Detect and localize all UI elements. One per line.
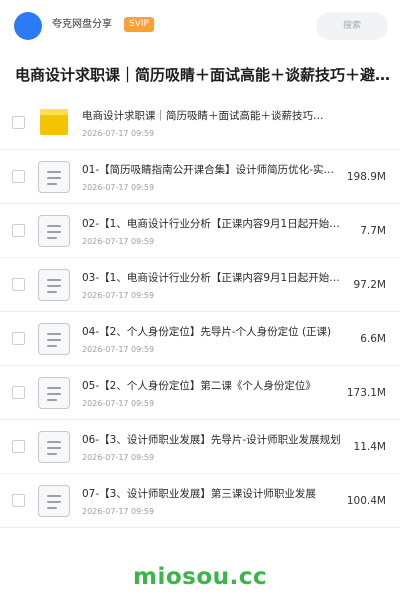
- file-date: 2026-07-17 09:59: [82, 129, 155, 138]
- file-name[interactable]: 03-【1、电商设计行业分析【正课内容9月1日起开始更新】: [82, 271, 344, 285]
- file-name[interactable]: 07-【3、设计师职业发展】第三课设计师职业发展: [82, 487, 344, 501]
- file-size: 6.6M: [360, 333, 386, 345]
- file-date: 2026-07-17 09:59: [82, 183, 155, 192]
- file-date: 2026-07-17 09:59: [82, 507, 155, 516]
- file-date: 2026-07-17 09:59: [82, 453, 155, 462]
- document-icon: [38, 161, 70, 193]
- file-size: 173.1M: [346, 387, 386, 399]
- folder-icon: [38, 107, 70, 139]
- row-checkbox[interactable]: [12, 494, 25, 507]
- row-checkbox[interactable]: [12, 386, 25, 399]
- file-list: 电商设计求职课｜简历吸睛＋面试高能＋谈薪技巧＋避坑指南 2026-07-17 0…: [0, 96, 400, 528]
- file-size: 100.4M: [346, 495, 386, 507]
- row-checkbox[interactable]: [12, 116, 25, 129]
- search-input[interactable]: 搜索: [316, 12, 388, 40]
- file-date: 2026-07-17 09:59: [82, 345, 155, 354]
- list-item[interactable]: 05-【2、个人身份定位】第二课《个人身份定位》 2026-07-17 09:5…: [0, 366, 400, 420]
- file-size: 7.7M: [360, 225, 386, 237]
- row-checkbox[interactable]: [12, 440, 25, 453]
- file-size: 11.4M: [353, 441, 386, 453]
- row-checkbox[interactable]: [12, 332, 25, 345]
- file-date: 2026-07-17 09:59: [82, 399, 155, 408]
- file-name[interactable]: 01-【简历吸睛指南公开课合集】设计师简历优化-实战篇: [82, 163, 344, 177]
- document-icon: [38, 485, 70, 517]
- list-item[interactable]: 07-【3、设计师职业发展】第三课设计师职业发展 2026-07-17 09:5…: [0, 474, 400, 528]
- avatar[interactable]: [14, 12, 42, 40]
- file-size: 198.9M: [346, 171, 386, 183]
- file-date: 2026-07-17 09:59: [82, 291, 155, 300]
- list-item[interactable]: 电商设计求职课｜简历吸睛＋面试高能＋谈薪技巧＋避坑指南 2026-07-17 0…: [0, 96, 400, 150]
- file-size: 97.2M: [353, 279, 386, 291]
- document-icon: [38, 215, 70, 247]
- watermark: miosou.cc: [132, 564, 268, 590]
- document-icon: [38, 269, 70, 301]
- file-name[interactable]: 电商设计求职课｜简历吸睛＋面试高能＋谈薪技巧＋避坑指南: [82, 109, 332, 123]
- list-item[interactable]: 01-【简历吸睛指南公开课合集】设计师简历优化-实战篇 2026-07-17 0…: [0, 150, 400, 204]
- row-checkbox[interactable]: [12, 278, 25, 291]
- user-name[interactable]: 夸克网盘分享: [52, 18, 112, 32]
- document-icon: [38, 323, 70, 355]
- document-icon: [38, 377, 70, 409]
- document-icon: [38, 431, 70, 463]
- file-name[interactable]: 05-【2、个人身份定位】第二课《个人身份定位》: [82, 379, 344, 393]
- page-title: 电商设计求职课｜简历吸睛＋面试高能＋谈薪技巧＋避坑指南: [15, 66, 393, 84]
- row-checkbox[interactable]: [12, 170, 25, 183]
- list-item[interactable]: 02-【1、电商设计行业分析【正课内容9月1日起开始更新】 2026-07-17…: [0, 204, 400, 258]
- list-item[interactable]: 03-【1、电商设计行业分析【正课内容9月1日起开始更新】 2026-07-17…: [0, 258, 400, 312]
- file-name[interactable]: 04-【2、个人身份定位】先导片-个人身份定位 (正课): [82, 325, 344, 339]
- file-name[interactable]: 02-【1、电商设计行业分析【正课内容9月1日起开始更新】: [82, 217, 344, 231]
- header-bar: 夸克网盘分享 SVIP 搜索: [0, 0, 400, 52]
- file-name[interactable]: 06-【3、设计师职业发展】先导片-设计师职业发展规划: [82, 433, 344, 447]
- list-item[interactable]: 04-【2、个人身份定位】先导片-个人身份定位 (正课) 2026-07-17 …: [0, 312, 400, 366]
- svip-badge: SVIP: [124, 17, 154, 32]
- row-checkbox[interactable]: [12, 224, 25, 237]
- file-date: 2026-07-17 09:59: [82, 237, 155, 246]
- list-item[interactable]: 06-【3、设计师职业发展】先导片-设计师职业发展规划 2026-07-17 0…: [0, 420, 400, 474]
